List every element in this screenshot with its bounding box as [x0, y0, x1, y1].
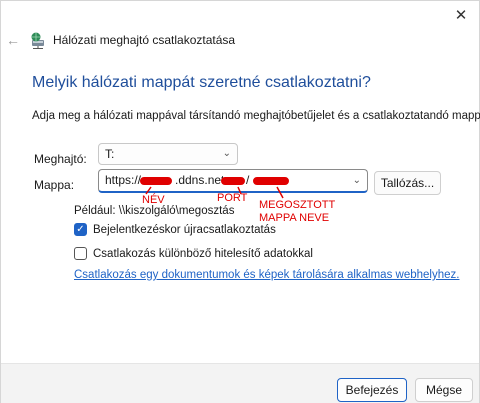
reconnect-label: Bejelentkezéskor újracsatlakoztatás: [93, 223, 276, 236]
finish-button[interactable]: Befejezés: [337, 378, 407, 402]
chevron-down-icon: ⌄: [222, 148, 231, 159]
window-title: Hálózati meghajtó csatlakoztatása: [53, 33, 236, 47]
example-text: Például: \\kiszolgáló\megosztás: [74, 205, 235, 217]
back-button[interactable]: ←: [4, 31, 22, 49]
cancel-button[interactable]: Mégse: [415, 378, 473, 402]
credentials-checkbox[interactable]: [74, 247, 87, 260]
reconnect-checkbox-row[interactable]: ✓ Bejelentkezéskor újracsatlakoztatás: [74, 223, 276, 236]
redaction-share: [253, 177, 289, 185]
close-icon: ✕: [454, 7, 468, 24]
checkmark-icon: ✓: [76, 224, 85, 235]
map-network-drive-dialog: ✕ ← Hálózati meghajtó csatlakoztatása Me…: [0, 0, 480, 403]
network-drive-icon: [31, 32, 44, 49]
close-button[interactable]: ✕: [449, 5, 473, 25]
folder-input[interactable]: https:// .ddns.net: / ⌄: [98, 169, 368, 193]
credentials-label: Csatlakozás különböző hitelesítő adatokk…: [93, 247, 313, 260]
back-arrow-icon: ←: [6, 32, 20, 48]
title-bar: ✕ ← Hálózati meghajtó csatlakoztatása: [1, 1, 479, 71]
chevron-down-icon[interactable]: ⌄: [353, 170, 361, 191]
page-heading: Melyik hálózati mappát szeretné csatlako…: [32, 74, 371, 91]
drive-value: T:: [105, 147, 115, 161]
folder-separator: /: [246, 173, 250, 187]
drive-select[interactable]: T: ⌄: [98, 143, 238, 165]
folder-label: Mappa:: [34, 178, 75, 192]
drive-label: Meghajtó:: [34, 152, 87, 166]
website-link[interactable]: Csatlakozás egy dokumentumok és képek tá…: [74, 269, 459, 281]
redaction-port: [221, 177, 245, 185]
folder-domain: .ddns.net:: [175, 173, 228, 187]
footer-bar: [1, 363, 479, 403]
folder-prefix: https://: [105, 173, 142, 187]
credentials-checkbox-row[interactable]: Csatlakozás különböző hitelesítő adatokk…: [74, 247, 313, 260]
redaction-name: [140, 177, 172, 185]
instructions-text: Adja meg a hálózati mappával társítandó …: [32, 110, 480, 122]
annotation-share-line1: MEGOSZTOTT: [259, 199, 336, 211]
browse-button[interactable]: Tallózás...: [374, 171, 441, 195]
annotation-port: PORT: [217, 192, 248, 204]
reconnect-checkbox[interactable]: ✓: [74, 223, 87, 236]
